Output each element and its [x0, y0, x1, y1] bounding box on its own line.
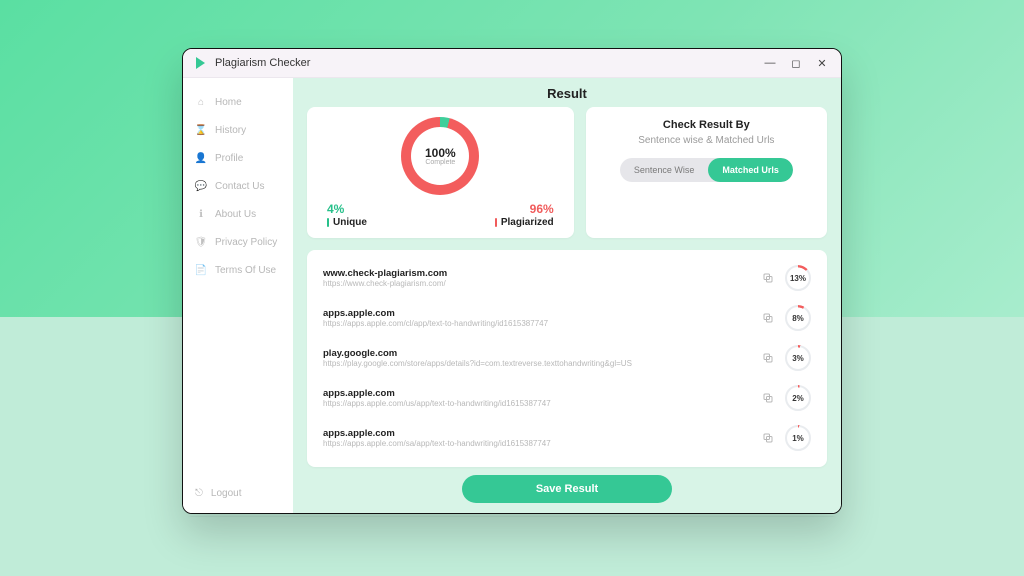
minimize-button[interactable]: — — [761, 54, 779, 72]
match-percent-ring: 13% — [785, 265, 811, 291]
unique-percent: 4% — [327, 203, 367, 217]
main-panel: Result 100% Complete 4% Unique — [293, 78, 841, 513]
sidebar-item-label: About Us — [215, 209, 256, 220]
mode-subtitle: Sentence wise & Matched Urls — [638, 135, 774, 146]
result-url: https://apps.apple.com/us/app/text-to-ha… — [323, 399, 751, 409]
page-title: Result — [307, 86, 827, 101]
mode-card: Check Result By Sentence wise & Matched … — [586, 107, 827, 238]
sidebar-item-history[interactable]: ⌛ History — [183, 118, 293, 142]
result-row: play.google.comhttps://play.google.com/s… — [321, 338, 813, 378]
chat-icon: 💬 — [195, 180, 207, 192]
logout-icon: ⎋ — [195, 488, 203, 499]
result-row: apps.apple.comhttps://apps.apple.com/us/… — [321, 378, 813, 418]
sidebar-item-about-us[interactable]: ℹ About Us — [183, 202, 293, 226]
sidebar-item-profile[interactable]: 👤 Profile — [183, 146, 293, 170]
sidebar-item-home[interactable]: ⌂ Home — [183, 90, 293, 114]
plagiarized-label: Plagiarized — [495, 217, 554, 229]
match-percent-ring: 3% — [785, 345, 811, 371]
history-icon: ⌛ — [195, 124, 207, 136]
sidebar-item-label: Profile — [215, 153, 243, 164]
app-window: Plagiarism Checker — ◻ ✕ ⌂ Home ⌛ History 👤 P… — [182, 48, 842, 514]
match-percent-ring: 1% — [785, 425, 811, 451]
copy-icon[interactable] — [761, 311, 775, 325]
profile-icon: 👤 — [195, 152, 207, 164]
mode-title: Check Result By — [663, 119, 750, 131]
sidebar-item-privacy-policy[interactable]: 🛡 Privacy Policy — [183, 230, 293, 254]
result-row: apps.apple.comhttps://apps.apple.com/sa/… — [321, 418, 813, 458]
unique-label: Unique — [327, 217, 367, 229]
match-percent: 13% — [785, 265, 811, 291]
home-icon: ⌂ — [195, 96, 207, 108]
progress-card: 100% Complete 4% Unique 96% Plagiarized — [307, 107, 574, 238]
sidebar-item-label: Terms Of Use — [215, 265, 276, 276]
result-url: https://apps.apple.com/sa/app/text-to-ha… — [323, 439, 751, 449]
sidebar: ⌂ Home ⌛ History 👤 Profile 💬 Contact Us ℹ About U… — [183, 78, 293, 513]
result-url: https://apps.apple.com/cl/app/text-to-ha… — [323, 319, 751, 329]
match-percent: 1% — [785, 425, 811, 451]
result-url: https://play.google.com/store/apps/detai… — [323, 359, 751, 369]
save-result-button[interactable]: Save Result — [462, 475, 672, 503]
result-host: apps.apple.com — [323, 428, 751, 439]
maximize-button[interactable]: ◻ — [787, 54, 805, 72]
titlebar: Plagiarism Checker — ◻ ✕ — [183, 49, 841, 78]
doc-icon: 📄 — [195, 264, 207, 276]
close-button[interactable]: ✕ — [813, 54, 831, 72]
sidebar-item-label: History — [215, 125, 246, 136]
mode-segmented: Sentence Wise Matched Urls — [620, 158, 793, 182]
info-icon: ℹ — [195, 208, 207, 220]
sidebar-item-label: Contact Us — [215, 181, 264, 192]
sidebar-item-contact-us[interactable]: 💬 Contact Us — [183, 174, 293, 198]
match-percent: 8% — [785, 305, 811, 331]
progress-complete-label: Complete — [425, 159, 455, 166]
progress-donut: 100% Complete — [401, 117, 479, 195]
copy-icon[interactable] — [761, 351, 775, 365]
sidebar-logout-label: Logout — [211, 488, 242, 499]
match-percent: 3% — [785, 345, 811, 371]
sidebar-logout[interactable]: ⎋ Logout — [183, 482, 293, 505]
segment-matched-urls[interactable]: Matched Urls — [708, 158, 793, 182]
match-percent-ring: 8% — [785, 305, 811, 331]
result-host: www.check-plagiarism.com — [323, 268, 751, 279]
match-percent: 2% — [785, 385, 811, 411]
copy-icon[interactable] — [761, 271, 775, 285]
result-host: apps.apple.com — [323, 308, 751, 319]
match-percent-ring: 2% — [785, 385, 811, 411]
result-url: https://www.check-plagiarism.com/ — [323, 279, 751, 289]
result-host: apps.apple.com — [323, 388, 751, 399]
result-row: apps.apple.comhttps://apps.apple.com/cl/… — [321, 298, 813, 338]
result-host: play.google.com — [323, 348, 751, 359]
segment-sentence-wise[interactable]: Sentence Wise — [620, 158, 709, 182]
result-row: www.check-plagiarism.comhttps://www.chec… — [321, 258, 813, 298]
app-logo-icon — [193, 56, 207, 70]
progress-percent: 100% — [425, 146, 456, 160]
app-title: Plagiarism Checker — [215, 57, 310, 69]
plagiarized-percent: 96% — [495, 203, 554, 217]
copy-icon[interactable] — [761, 431, 775, 445]
shield-icon: 🛡 — [195, 236, 207, 248]
sidebar-item-terms-of-use[interactable]: 📄 Terms Of Use — [183, 258, 293, 282]
sidebar-item-label: Privacy Policy — [215, 237, 277, 248]
copy-icon[interactable] — [761, 391, 775, 405]
sidebar-item-label: Home — [215, 97, 242, 108]
matched-urls-list: www.check-plagiarism.comhttps://www.chec… — [307, 250, 827, 467]
